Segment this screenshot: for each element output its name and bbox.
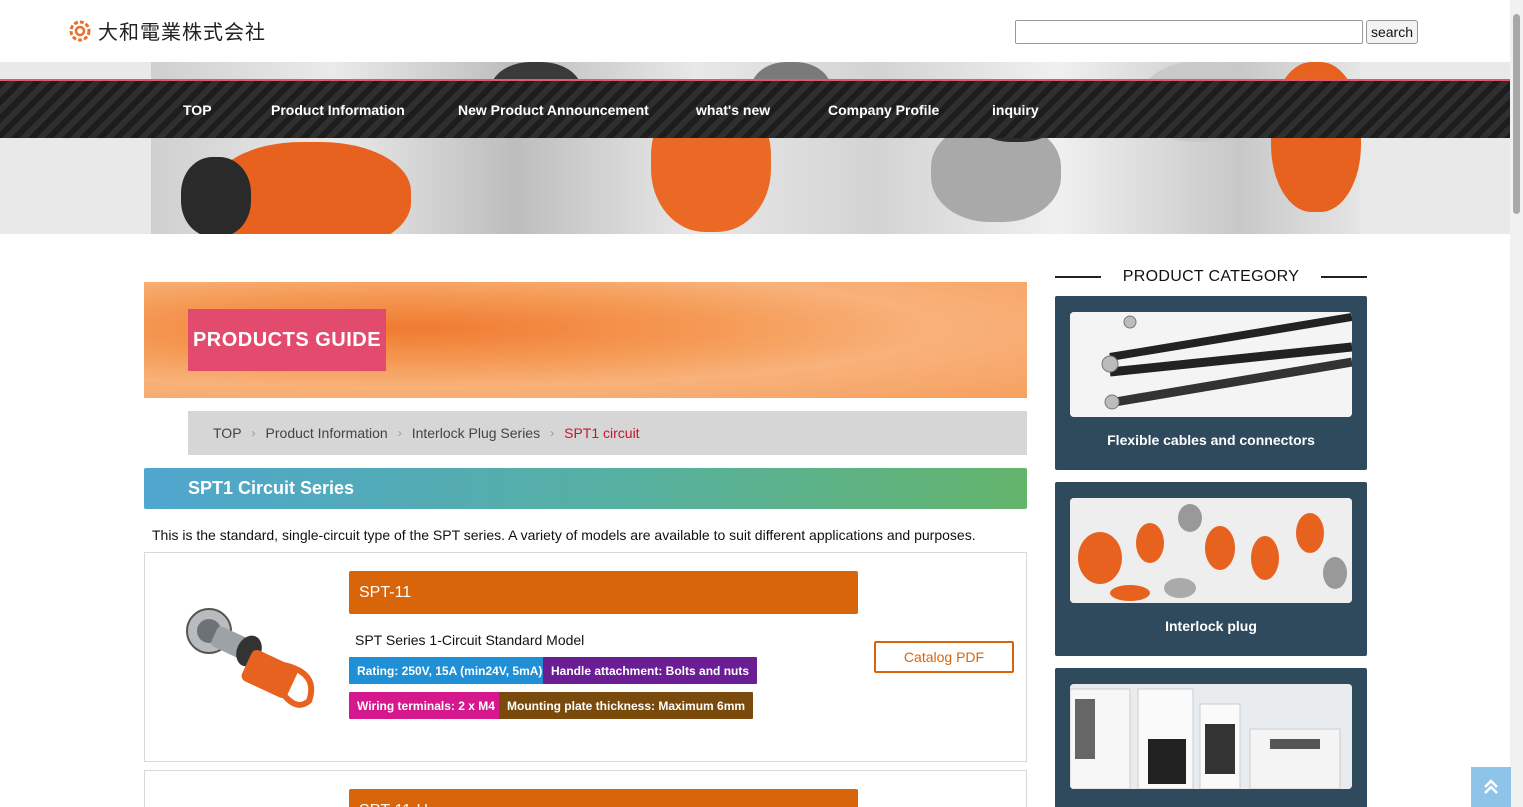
search-input[interactable]	[1015, 20, 1363, 44]
heading-divider	[1321, 276, 1367, 278]
logo-gear-icon	[69, 20, 91, 41]
catalog-pdf-button[interactable]: Catalog PDF	[874, 641, 1014, 673]
breadcrumb-interlock-plug-series[interactable]: Interlock Plug Series	[412, 425, 540, 441]
back-to-top-button[interactable]	[1471, 767, 1511, 807]
logo[interactable]: 大和電業株式会社	[68, 16, 266, 45]
breadcrumb-top[interactable]: TOP	[213, 425, 242, 441]
tag-mounting-plate: Mounting plate thickness: Maximum 6mm	[499, 692, 754, 719]
category-image	[1070, 498, 1352, 603]
category-image	[1070, 684, 1352, 789]
double-chevron-up-icon	[1484, 779, 1498, 794]
nav-top[interactable]: TOP	[183, 102, 212, 118]
nav-company-profile[interactable]: Company Profile	[828, 102, 939, 118]
cables-image	[1070, 312, 1352, 417]
vertical-scrollbar[interactable]	[1510, 0, 1523, 807]
category-card-interlock-plug[interactable]: Interlock plug	[1055, 482, 1367, 656]
product-category-heading: PRODUCT CATEGORY	[1055, 266, 1367, 288]
category-label: Flexible cables and connectors	[1107, 432, 1315, 448]
product-card: SPT-11 SPT Series 1-Circuit Standard Mod…	[144, 552, 1027, 762]
product-title[interactable]: SPT-11-H	[349, 789, 858, 807]
interlock-plugs-image	[1070, 498, 1352, 603]
breadcrumb-current: SPT1 circuit	[564, 425, 640, 441]
scrollbar-thumb[interactable]	[1513, 14, 1520, 214]
category-label: Interlock plug	[1165, 618, 1257, 634]
products-guide-label: PRODUCTS GUIDE	[188, 309, 386, 371]
product-category-title: PRODUCT CATEGORY	[1122, 268, 1300, 285]
products-guide-banner: PRODUCTS GUIDE	[144, 282, 1027, 398]
category-image	[1070, 312, 1352, 417]
series-description: This is the standard, single-circuit typ…	[152, 527, 976, 543]
breadcrumb: TOP › Product Information › Interlock Pl…	[188, 411, 1027, 455]
heading-divider	[1055, 276, 1101, 278]
category-card-cooling-units[interactable]	[1055, 668, 1367, 807]
nav-new-product-announcement[interactable]: New Product Announcement	[458, 102, 649, 118]
chevron-right-icon: ›	[251, 426, 256, 440]
search-button[interactable]: search	[1366, 20, 1418, 44]
series-title: SPT1 Circuit Series	[144, 468, 1027, 509]
product-card: SPT-11-H	[144, 770, 1027, 807]
product-title[interactable]: SPT-11	[349, 571, 858, 614]
category-card-flexible-cables[interactable]: Flexible cables and connectors	[1055, 296, 1367, 470]
main-nav: TOP Product Information New Product Anno…	[0, 79, 1510, 138]
product-subtitle: SPT Series 1-Circuit Standard Model	[355, 632, 585, 648]
hero-banner: TOP Product Information New Product Anno…	[0, 62, 1510, 234]
tag-handle-attachment: Handle attachment: Bolts and nuts	[543, 657, 758, 684]
breadcrumb-product-information[interactable]: Product Information	[266, 425, 388, 441]
tag-rating: Rating: 250V, 15A (min24V, 5mA)	[349, 657, 551, 684]
cooling-units-image	[1070, 684, 1352, 789]
chevron-right-icon: ›	[397, 426, 402, 440]
company-name: 大和電業株式会社	[98, 20, 266, 44]
product-image	[186, 608, 315, 708]
nav-inquiry[interactable]: inquiry	[992, 102, 1039, 118]
site-header: 大和電業株式会社 search	[0, 0, 1510, 62]
nav-product-information[interactable]: Product Information	[271, 102, 405, 118]
tag-wiring-terminals: Wiring terminals: 2 x M4	[349, 692, 503, 719]
chevron-right-icon: ›	[550, 426, 555, 440]
nav-whats-new[interactable]: what's new	[696, 102, 770, 118]
